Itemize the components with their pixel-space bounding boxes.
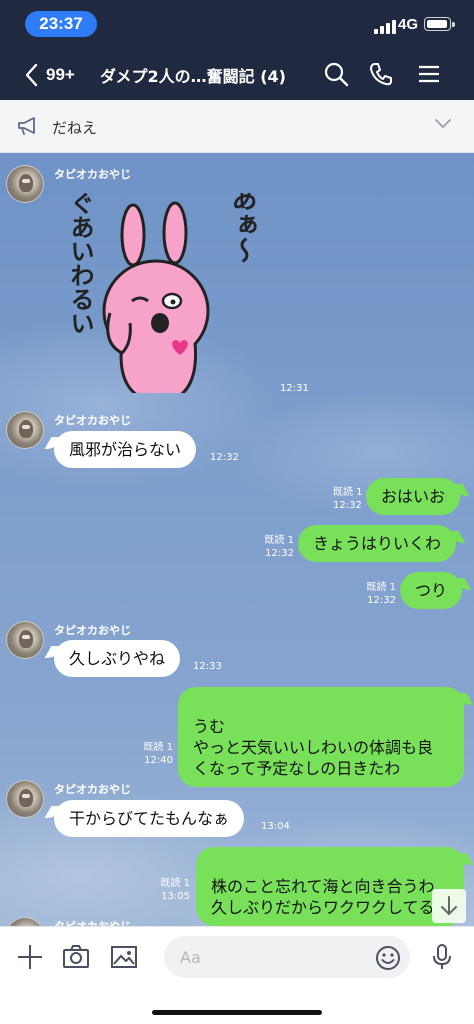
back-button[interactable]: 99+ [24,62,75,88]
microphone-icon[interactable] [428,943,456,971]
message-bubble-out[interactable]: つり [400,572,463,609]
read-receipt: 既読 1 13:05 [160,878,190,902]
message-bubble-out[interactable]: 株のこと忘れて海と向き合うわ 久しぶりだからワクワクしてる [196,847,464,926]
plus-icon[interactable] [16,943,44,971]
message-text: 干からびてたもんなぁ [69,809,230,828]
message-time: 12:33 [193,661,222,672]
message-text: 久しぶりやね [69,649,166,668]
home-indicator [152,1010,322,1015]
chat-header: 99+ ダメプ2人の…奮闘記 (4) [0,48,474,100]
message-text: うむ やっと天気いいしわいの体調も良 くなって予定なしの日きたわ [193,717,434,778]
sender-name: タピオカおやじ [54,414,131,427]
menu-icon[interactable] [416,61,442,87]
message-text: おはいお [381,487,446,506]
signal-icon [374,20,396,34]
search-icon[interactable] [323,61,349,87]
message-time: 12:31 [280,383,309,394]
avatar[interactable] [6,165,44,203]
arrow-down-icon [441,896,457,916]
chat-title: ダメプ2人の…奮闘記 (4) [100,67,286,86]
battery-icon [424,17,455,31]
call-icon[interactable] [368,61,394,87]
scroll-to-bottom-button[interactable] [432,889,466,923]
chevron-down-icon[interactable] [434,118,452,130]
message-text: 風邪が治らない [69,440,182,459]
sender-name: タピオカおやじ [54,783,131,796]
message-text: 株のこと忘れて海と向き合うわ 久しぶりだからワクワクしてる [211,877,435,917]
sticker-text-left: ぐあいわるい [66,193,94,335]
sender-name: タピオカおやじ [54,624,131,637]
status-bar: 23:37 4G [0,0,474,48]
status-time: 23:37 [25,11,97,37]
input-bar [0,926,474,1024]
message-text: つり [415,581,448,600]
unread-count: 99+ [46,65,75,84]
network-type: 4G [398,16,419,33]
avatar[interactable] [6,917,44,926]
message-time: 13:04 [261,821,290,832]
chevron-left-icon [25,63,38,87]
message-bubble-out[interactable]: きょうはりいくわ [298,525,457,562]
message-bubble-in[interactable]: 干からびてたもんなぁ [54,800,245,837]
message-time: 12:32 [210,452,239,463]
avatar[interactable] [6,621,44,659]
read-receipt: 既読 1 12:32 [333,487,363,511]
read-receipt: 既読 1 12:32 [264,535,294,559]
announcement-bar[interactable]: だねえ [0,100,474,153]
announcement-text: だねえ [52,119,98,137]
message-bubble-out[interactable]: うむ やっと天気いいしわいの体調も良 くなって予定なしの日きたわ [178,687,464,787]
megaphone-icon [18,117,35,135]
message-bubble-in[interactable]: 風邪が治らない [54,431,197,468]
read-receipt: 既読 1 12:32 [366,582,396,606]
message-text: きょうはりいくわ [313,534,442,553]
sticker-text-right: あぁ～ [227,193,257,263]
sender-name: タピオカおやじ [54,168,131,181]
read-receipt: 既読 1 12:40 [143,742,173,766]
chat-area[interactable]: タピオカおやじ あぁ～ ぐあいわるい 12:31 タピオカおやじ 風邪が治らない… [0,153,474,926]
avatar[interactable] [6,780,44,818]
avatar[interactable] [6,411,44,449]
camera-icon[interactable] [62,943,90,971]
message-bubble-out[interactable]: おはいお [366,478,461,515]
emoji-icon[interactable] [374,944,402,972]
image-icon[interactable] [110,943,138,971]
sender-name: タピオカおやじ [54,918,131,926]
sticker-sick-rabbit[interactable]: あぁ～ ぐあいわるい [60,193,270,393]
message-bubble-in[interactable]: 久しぶりやね [54,640,181,677]
